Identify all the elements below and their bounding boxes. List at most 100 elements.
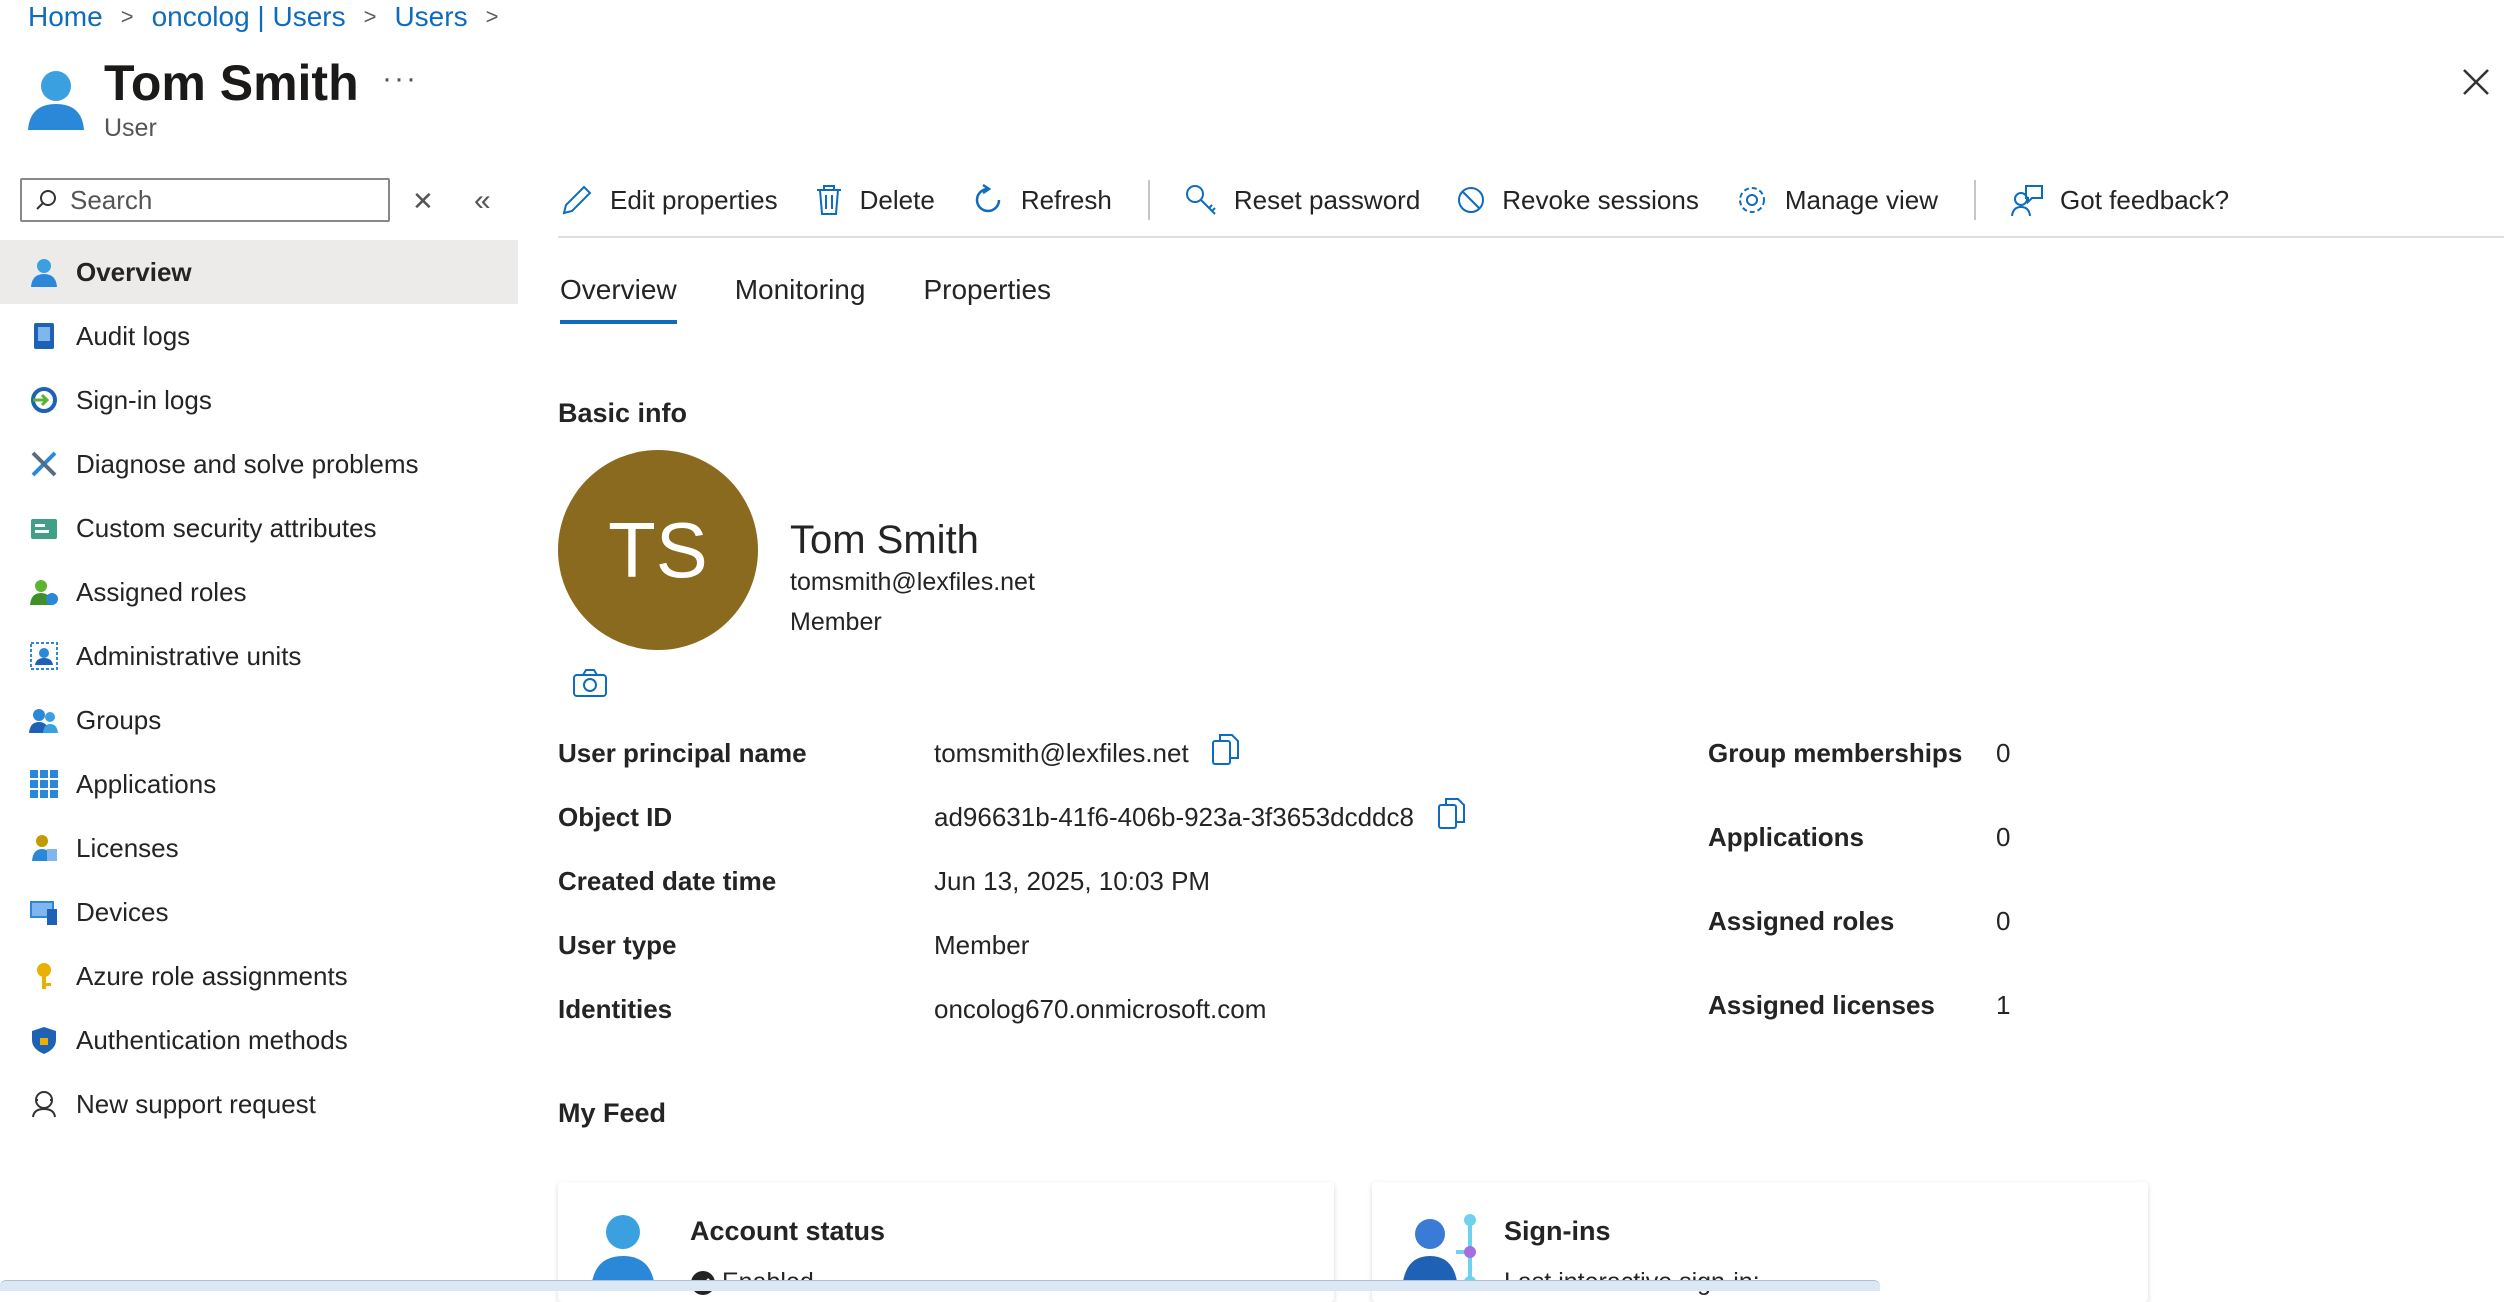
manage-view-label: Manage view (1784, 184, 1939, 215)
delete-label: Delete (859, 184, 935, 215)
sidebar-item-administrative-units[interactable]: Administrative units (0, 624, 518, 688)
manage-view-button[interactable]: Manage view (1735, 183, 1938, 217)
sidebar-item-overview[interactable]: Overview (0, 240, 518, 304)
close-icon[interactable] (2458, 64, 2494, 100)
reset-password-label: Reset password (1233, 184, 1421, 215)
assigned-roles-label: Assigned roles (1708, 906, 1895, 936)
copy-icon[interactable] (1210, 732, 1242, 768)
sidebar-item-devices[interactable]: Devices (0, 880, 518, 944)
roles-icon (28, 576, 60, 608)
applications-count[interactable]: 0 (1996, 822, 2010, 853)
sidebar-item-azure-role-assignments[interactable]: Azure role assignments (0, 944, 518, 1008)
sidebar-item-label: Audit logs (76, 320, 191, 351)
tab-properties[interactable]: Properties (923, 274, 1051, 324)
assigned-roles-count[interactable]: 0 (1996, 906, 2010, 937)
sidebar-item-label: New support request (76, 1088, 316, 1119)
audit-log-icon (28, 320, 60, 352)
breadcrumb-home[interactable]: Home (28, 1, 103, 33)
breadcrumb-users[interactable]: Users (394, 1, 467, 33)
sidebar-item-label: Diagnose and solve problems (76, 448, 419, 479)
apps-grid-icon (28, 768, 60, 800)
page-title: Tom Smith (104, 55, 359, 111)
sign-ins-title: Sign-ins (1504, 1216, 1611, 1246)
my-feed-heading: My Feed (558, 1098, 667, 1128)
applications-label: Applications (1708, 822, 1865, 852)
edit-properties-button[interactable]: Edit properties (560, 183, 778, 217)
basic-info-heading: Basic info (558, 398, 688, 428)
gear-icon (1738, 187, 1765, 213)
tab-overview[interactable]: Overview (560, 274, 677, 324)
sidebar-item-audit-logs[interactable]: Audit logs (0, 304, 518, 368)
security-attributes-icon (28, 512, 60, 544)
key-icon (28, 960, 60, 992)
sidebar-nav: Overview Audit logs Sign-in logs Diagnos… (0, 240, 518, 1136)
breadcrumb-oncolog-users[interactable]: oncolog | Users (152, 1, 346, 33)
refresh-button[interactable]: Refresh (971, 183, 1112, 217)
revoke-sessions-button[interactable]: Revoke sessions (1456, 185, 1699, 216)
more-options-button[interactable]: ··· (382, 62, 418, 96)
search-icon (36, 190, 56, 210)
edit-properties-label: Edit properties (610, 184, 778, 215)
chevron-right-icon: > (120, 4, 134, 29)
support-icon (28, 1088, 60, 1120)
profile-type: Member (790, 608, 882, 636)
block-icon (1458, 187, 1485, 213)
delete-button[interactable]: Delete (814, 183, 935, 217)
profile-name: Tom Smith (790, 518, 979, 562)
account-status-title: Account status (690, 1216, 886, 1246)
sidebar-item-diagnose[interactable]: Diagnose and solve problems (0, 432, 518, 496)
sidebar-item-groups[interactable]: Groups (0, 688, 518, 752)
avatar: TS (558, 450, 758, 650)
user-icon (28, 71, 84, 130)
clear-search-icon[interactable]: ✕ (412, 186, 434, 217)
refresh-icon (975, 183, 1001, 213)
object-id-value: ad96631b-41f6-406b-923a-3f3653dcddc8 (934, 802, 1414, 832)
group-memberships-count[interactable]: 0 (1996, 738, 2010, 769)
refresh-label: Refresh (1020, 184, 1112, 215)
page-subtitle: User (104, 114, 157, 142)
feedback-button[interactable]: Got feedback? (2010, 183, 2229, 217)
device-icon (28, 896, 60, 928)
sidebar-item-sign-in-logs[interactable]: Sign-in logs (0, 368, 518, 432)
groups-icon (28, 704, 60, 736)
identities-link[interactable]: oncolog670.onmicrosoft.com (934, 994, 1266, 1025)
sidebar-item-authentication-methods[interactable]: Authentication methods (0, 1008, 518, 1072)
assigned-licenses-label: Assigned licenses (1708, 990, 1935, 1020)
sidebar-item-licenses[interactable]: Licenses (0, 816, 518, 880)
toolbar-divider-line (558, 236, 2504, 238)
reset-password-button[interactable]: Reset password (1184, 183, 1420, 217)
search-box[interactable] (20, 178, 390, 222)
sidebar-item-label: Assigned roles (76, 576, 247, 607)
created-value: Jun 13, 2025, 10:03 PM (934, 866, 1211, 896)
identities-label: Identities (558, 994, 673, 1024)
search-input[interactable] (68, 183, 372, 217)
copy-icon[interactable] (1436, 796, 1468, 832)
pencil-icon (562, 185, 592, 215)
sidebar-item-label: Applications (76, 768, 217, 799)
sidebar-item-label: Administrative units (76, 640, 302, 671)
tab-monitoring[interactable]: Monitoring (735, 274, 866, 324)
profile-email: tomsmith@lexfiles.net (790, 568, 1035, 596)
sidebar-item-applications[interactable]: Applications (0, 752, 518, 816)
camera-icon[interactable] (572, 668, 608, 698)
sign-in-icon (28, 384, 60, 416)
sidebar-item-label: Custom security attributes (76, 512, 377, 543)
sidebar-item-custom-security-attributes[interactable]: Custom security attributes (0, 496, 518, 560)
assigned-licenses-count[interactable]: 1 (1996, 990, 2010, 1021)
upn-label: User principal name (558, 738, 807, 768)
sidebar-item-assigned-roles[interactable]: Assigned roles (0, 560, 518, 624)
sidebar-item-label: Devices (76, 896, 169, 927)
admin-units-icon (28, 640, 60, 672)
revoke-sessions-label: Revoke sessions (1502, 184, 1699, 215)
sidebar-item-label: Sign-in logs (76, 384, 212, 415)
sidebar-item-new-support-request[interactable]: New support request (0, 1072, 518, 1136)
user-icon (28, 256, 60, 288)
wrench-icon (28, 448, 60, 480)
toolbar-divider (1147, 180, 1150, 220)
sidebar-item-label: Azure role assignments (76, 960, 348, 991)
collapse-sidebar-icon[interactable]: « (474, 184, 491, 218)
feedback-icon (2011, 185, 2044, 217)
group-memberships-label: Group memberships (1708, 738, 1963, 768)
command-toolbar: Edit properties Delete Refresh Reset pas… (560, 178, 2265, 222)
feedback-label: Got feedback? (2060, 184, 2230, 215)
